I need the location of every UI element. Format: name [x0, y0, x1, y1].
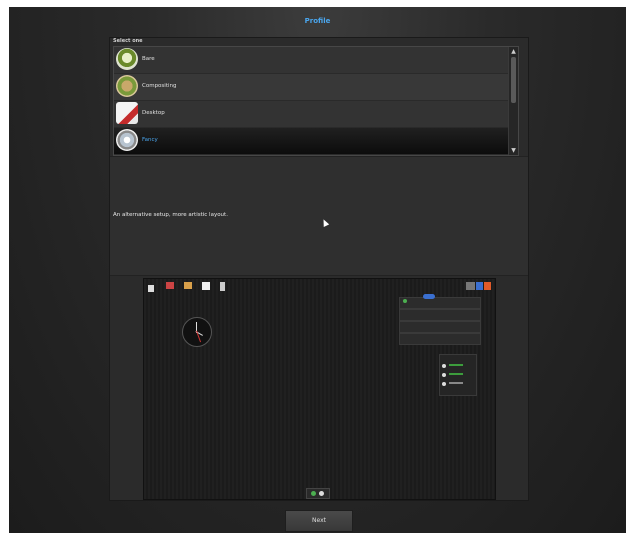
document-icon — [202, 282, 210, 290]
select-label: Select one — [113, 38, 143, 44]
profile-preview-image — [143, 278, 496, 500]
tray-icon — [476, 282, 483, 290]
scroll-down-icon[interactable]: ▼ — [509, 146, 518, 155]
mouse-cursor-icon — [320, 218, 330, 227]
next-button[interactable]: Next — [285, 510, 353, 532]
profile-label: Fancy — [142, 137, 158, 143]
profile-label: Desktop — [142, 110, 165, 116]
tray-icon — [484, 282, 491, 290]
window-title: Profile — [304, 17, 331, 25]
grid-widget — [399, 294, 481, 347]
profile-label: Bare — [142, 56, 155, 62]
bare-icon — [116, 48, 138, 70]
clock-widget — [182, 317, 212, 347]
description-area: An alternative setup, more artistic layo… — [110, 156, 528, 276]
tray-icon — [466, 282, 475, 290]
profile-description: An alternative setup, more artistic layo… — [113, 212, 228, 218]
profile-item-bare[interactable]: Bare — [114, 47, 518, 74]
home-icon — [148, 285, 154, 292]
wizard-screen: Profile Select one Bare Compositing Desk… — [9, 7, 626, 533]
folder-icon — [184, 282, 192, 289]
profile-item-desktop[interactable]: Desktop — [114, 101, 518, 128]
bottle-icon — [220, 282, 225, 291]
profile-item-compositing[interactable]: Compositing — [114, 74, 518, 101]
profile-panel: Select one Bare Compositing Desktop Fanc… — [109, 37, 529, 501]
contacts-widget — [439, 354, 477, 396]
profile-item-fancy[interactable]: Fancy — [114, 128, 518, 155]
scroll-up-icon[interactable]: ▲ — [509, 47, 518, 56]
monitor-icon — [166, 282, 174, 289]
fancy-icon — [116, 129, 138, 151]
profile-label: Compositing — [142, 83, 177, 89]
profile-list[interactable]: Bare Compositing Desktop Fancy ▲ ▼ — [113, 46, 519, 156]
dock-bar — [306, 488, 330, 499]
list-scrollbar[interactable]: ▲ ▼ — [508, 47, 518, 155]
desktop-icon — [116, 102, 138, 124]
scroll-thumb[interactable] — [511, 57, 516, 103]
compositing-icon — [116, 75, 138, 97]
